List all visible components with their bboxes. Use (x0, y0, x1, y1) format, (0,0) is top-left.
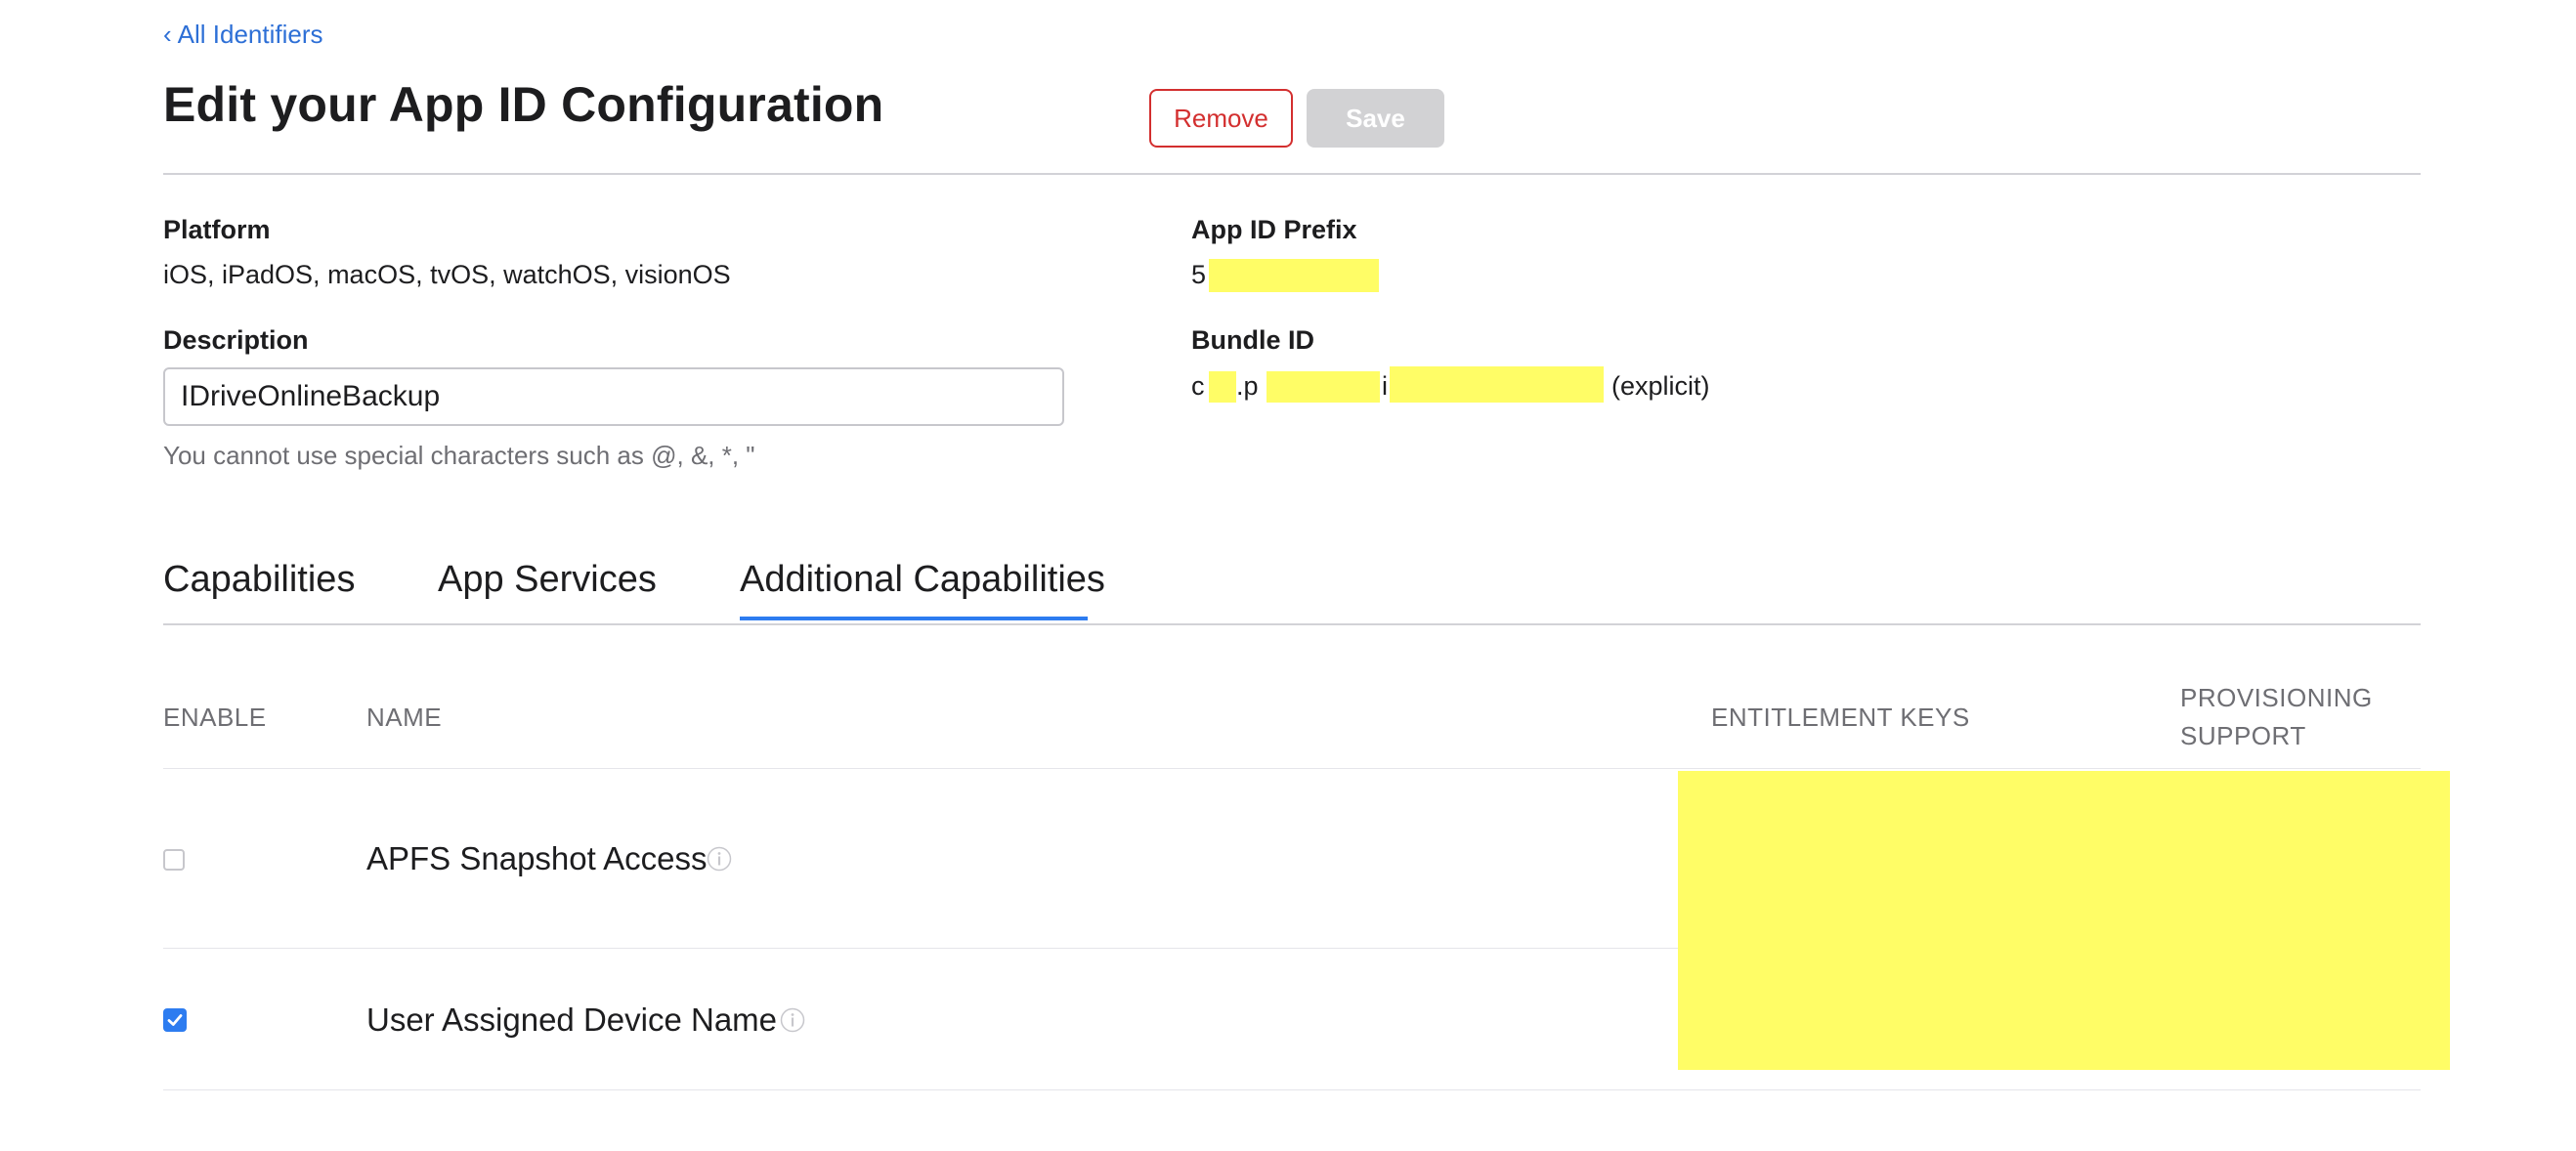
page-title: Edit your App ID Configuration (163, 77, 884, 132)
tabs-divider (163, 623, 2421, 625)
save-button[interactable]: Save (1307, 89, 1444, 148)
user-assigned-device-name-checkbox[interactable] (163, 1008, 187, 1032)
table-redaction (1678, 771, 2450, 1070)
platform-label: Platform (163, 215, 271, 244)
app-id-prefix-label: App ID Prefix (1191, 215, 1357, 244)
active-tab-indicator (740, 617, 1088, 620)
column-header-enable: ENABLE (163, 703, 267, 732)
info-icon[interactable] (780, 1007, 805, 1033)
description-hint: You cannot use special characters such a… (163, 441, 755, 470)
column-header-entitlement-keys: ENTITLEMENT KEYS (1711, 703, 1970, 732)
row-name-user-assigned-device-name: User Assigned Device Name (366, 1002, 778, 1038)
table-header-divider (163, 768, 2421, 769)
bundle-redaction-1 (1209, 371, 1236, 403)
remove-button[interactable]: Remove (1149, 89, 1293, 148)
tab-additional-capabilities[interactable]: Additional Capabilities (740, 559, 1105, 601)
app-id-editor: ‹ All Identifiers Edit your App ID Config… (163, 0, 2450, 1151)
all-identifiers-label: All Identifiers (177, 20, 323, 49)
bundle-redaction-2 (1267, 371, 1380, 403)
description-label: Description (163, 325, 309, 355)
chevron-left-icon: ‹ (163, 20, 172, 49)
column-header-name: NAME (366, 703, 443, 732)
row-divider (163, 1089, 2421, 1090)
apfs-snapshot-checkbox[interactable] (163, 849, 185, 871)
bundle-id-part-2: .p (1236, 371, 1259, 401)
header-divider (163, 173, 2421, 175)
tab-capabilities[interactable]: Capabilities (163, 559, 355, 601)
row-name-apfs-snapshot-access: APFS Snapshot Access (366, 840, 708, 876)
app-id-prefix-value: 5 (1191, 260, 1207, 289)
column-header-provisioning-line2: SUPPORT (2180, 721, 2306, 750)
platform-value: iOS, iPadOS, macOS, tvOS, watchOS, visio… (163, 260, 731, 289)
column-header-provisioning-line1: PROVISIONING (2180, 683, 2373, 712)
bundle-id-part-1: c (1191, 371, 1205, 401)
bundle-id-suffix: (explicit) (1611, 371, 1710, 401)
description-input[interactable] (163, 367, 1064, 426)
bundle-redaction-3 (1390, 366, 1604, 403)
info-icon[interactable] (707, 846, 732, 872)
tab-app-services[interactable]: App Services (438, 559, 657, 601)
bundle-id-label: Bundle ID (1191, 325, 1314, 355)
prefix-redaction (1209, 259, 1379, 292)
checkmark-icon (167, 1014, 183, 1026)
all-identifiers-link[interactable]: ‹ All Identifiers (163, 20, 323, 50)
bundle-id-part-3: i (1382, 371, 1388, 401)
